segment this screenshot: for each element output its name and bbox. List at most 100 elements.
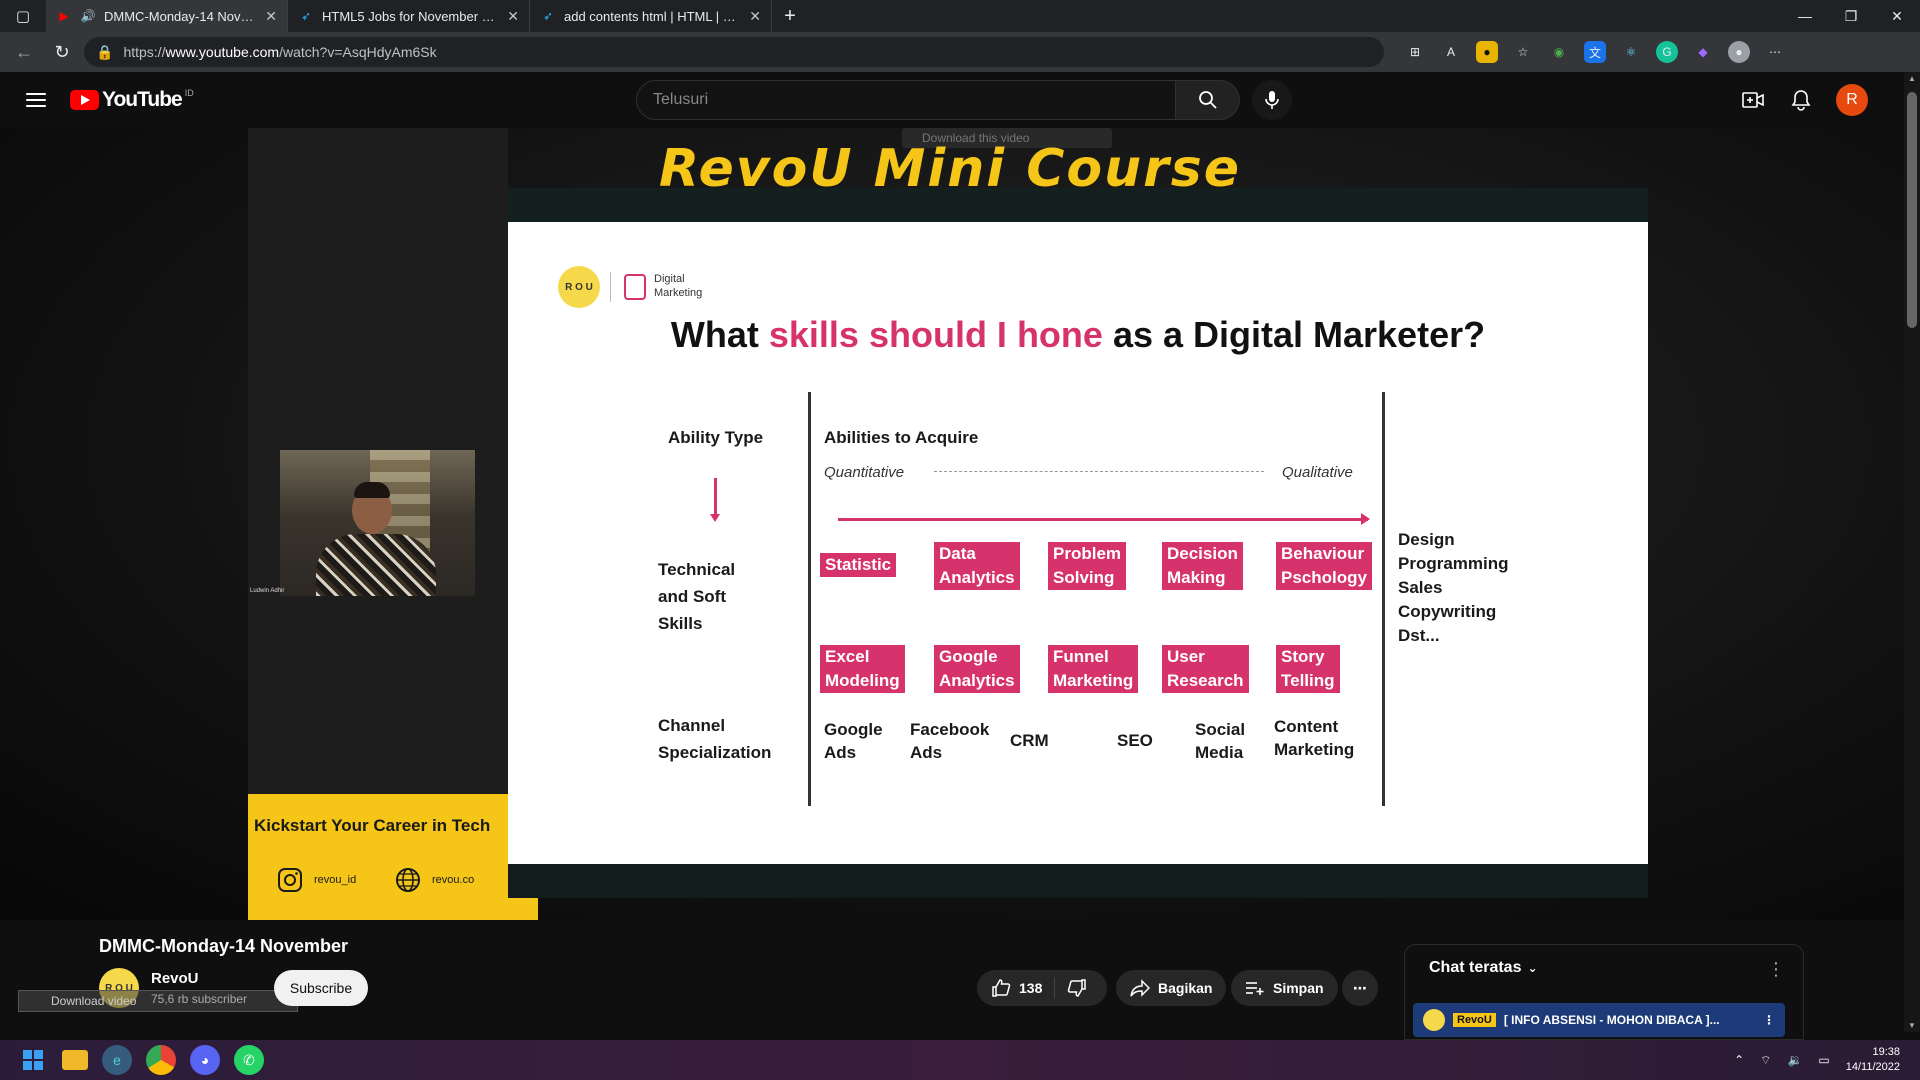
notifications-bell-icon[interactable] — [1788, 87, 1814, 113]
edge-browser-icon[interactable]: e — [102, 1045, 132, 1075]
youtube-logo[interactable]: YouTube ID — [70, 88, 194, 112]
slide-top-band — [508, 188, 1648, 222]
whatsapp-icon[interactable]: ✆ — [234, 1045, 264, 1075]
pinned-message[interactable]: RevoU [ INFO ABSENSI - MOHON DIBACA ]...… — [1413, 1003, 1785, 1037]
digital-marketing-label: Digital Marketing — [654, 273, 703, 299]
share-button[interactable]: Bagikan — [1116, 970, 1227, 1006]
file-explorer-icon[interactable] — [62, 1050, 88, 1070]
promo-instagram: revou_id — [314, 874, 357, 886]
react-devtools-icon[interactable]: ⚛ — [1620, 41, 1642, 63]
chat-mode-dropdown[interactable]: Chat teratas ⌄ — [1429, 959, 1538, 977]
video-title: DMMC-Monday-14 November — [99, 936, 349, 956]
voice-search-button[interactable] — [1252, 80, 1292, 120]
microphone-icon — [1265, 91, 1279, 109]
system-clock[interactable]: 19:38 14/11/2022 — [1846, 1045, 1900, 1075]
presentation-slide: R O U Digital Marketing What skills shou… — [508, 222, 1648, 864]
new-tab-button[interactable]: + — [772, 0, 808, 32]
close-tab-icon[interactable]: ✕ — [265, 8, 277, 25]
globe-icon — [396, 868, 420, 892]
close-tab-icon[interactable]: ✕ — [749, 8, 761, 25]
skill-chip: Behaviour Pschology — [1276, 542, 1372, 590]
profile-icon[interactable]: ● — [1728, 41, 1750, 63]
more-actions-button[interactable]: ⋯ — [1342, 970, 1378, 1006]
close-tab-icon[interactable]: ✕ — [507, 8, 519, 25]
video-player[interactable]: Download this video RevoU Mini Course Lu… — [0, 128, 1904, 920]
technical-soft-skills-label: Technical and Soft Skills — [658, 560, 736, 633]
scroll-down-icon[interactable]: ▼ — [1907, 1021, 1917, 1030]
window-controls: — ❐ ✕ — [1782, 0, 1920, 32]
chevron-down-icon: ⌄ — [1527, 961, 1538, 975]
tab-add-contents[interactable]: ➶ add contents html | HTML | CSS ✕ — [530, 0, 772, 32]
tab-html5-jobs[interactable]: ➶ HTML5 Jobs for November 2022 ✕ — [288, 0, 530, 32]
grammarly-icon[interactable]: G — [1656, 41, 1678, 63]
dislike-button[interactable] — [1055, 978, 1099, 998]
skill-chip: Excel Modeling — [820, 645, 905, 693]
speaker-icon[interactable]: 🔊 — [80, 8, 96, 24]
battery-icon[interactable]: ▭ — [1818, 1053, 1829, 1067]
app-available-icon[interactable]: ⊞ — [1404, 41, 1426, 63]
close-window-icon[interactable]: ✕ — [1874, 0, 1920, 32]
read-aloud-icon[interactable]: A — [1440, 41, 1462, 63]
wifi-icon[interactable]: ⌔ — [1760, 1053, 1771, 1068]
chrome-icon[interactable] — [146, 1045, 176, 1075]
back-icon[interactable]: ← — [8, 36, 40, 68]
other-skills-list: Design Programming Sales Copywriting Dst… — [1398, 530, 1509, 645]
address-bar[interactable]: 🔒 https://www.youtube.com/watch?v=AsqHdy… — [84, 37, 1384, 67]
search-input[interactable] — [636, 80, 1176, 120]
coupon-extension-icon[interactable]: ● — [1476, 41, 1498, 63]
volume-icon[interactable]: 🔉 — [1787, 1053, 1802, 1067]
windows-taskbar: e ◕ ✆ ⌃ ⌔ 🔉 ▭ 19:38 14/11/2022 — [0, 1040, 1920, 1080]
tray-chevron-icon[interactable]: ⌃ — [1734, 1053, 1744, 1067]
globe-extension-icon[interactable]: ◉ — [1548, 41, 1570, 63]
chat-menu-icon[interactable]: ⋮ — [1767, 959, 1785, 980]
windows-start-icon[interactable] — [18, 1045, 48, 1075]
scrollbar-thumb[interactable] — [1907, 92, 1917, 328]
search-bar — [636, 80, 1292, 120]
account-avatar[interactable]: R — [1836, 84, 1868, 116]
like-count: 138 — [1019, 980, 1043, 996]
column-divider-right — [1382, 392, 1385, 806]
skill-chip: Data Analytics — [934, 542, 1020, 590]
save-button[interactable]: Simpan — [1231, 970, 1338, 1006]
channel-item: Google Ads — [824, 720, 883, 762]
pinned-menu-icon[interactable]: ⋮ — [1763, 1013, 1775, 1027]
tab-actions-icon[interactable]: ▢ — [0, 0, 46, 32]
scroll-up-icon[interactable]: ▲ — [1907, 74, 1917, 83]
skill-chip: Funnel Marketing — [1048, 645, 1139, 693]
column-divider-left — [808, 392, 811, 806]
page-scrollbar[interactable]: ▲ ▼ — [1904, 72, 1920, 1032]
quantitative-label: Quantitative — [824, 464, 905, 481]
discord-icon[interactable]: ◕ — [190, 1045, 220, 1075]
channel-item: CRM — [1010, 731, 1049, 750]
course-title: RevoU Mini Course — [659, 139, 1241, 199]
menu-icon[interactable] — [16, 80, 56, 120]
restore-icon[interactable]: ❐ — [1828, 0, 1874, 32]
skill-chip: Problem Solving — [1048, 542, 1127, 590]
favorites-star-icon[interactable]: ☆ — [1512, 41, 1534, 63]
ability-type-label: Ability Type — [668, 428, 764, 447]
subscribe-button[interactable]: Subscribe — [274, 970, 368, 1006]
minimize-icon[interactable]: — — [1782, 0, 1828, 32]
more-menu-icon[interactable]: ⋯ — [1764, 41, 1786, 63]
channel-name[interactable]: RevoU — [151, 970, 199, 987]
channel-item: Social Media — [1195, 720, 1246, 762]
translate-extension-icon[interactable]: 文 — [1584, 41, 1606, 63]
channel-specialization-label: Channel Specialization — [658, 716, 772, 762]
thumbs-down-icon — [1068, 979, 1087, 997]
thumbs-up-icon — [992, 979, 1011, 997]
tab-label: HTML5 Jobs for November 2022 — [322, 8, 500, 24]
browser-toolbar: ← ↻ 🔒 https://www.youtube.com/watch?v=As… — [0, 32, 1920, 72]
youtube-favicon-icon: ▶ — [59, 9, 69, 23]
tab-youtube[interactable]: ▶ 🔊 DMMC-Monday-14 November ✕ — [46, 0, 288, 32]
create-video-icon[interactable] — [1740, 87, 1766, 113]
revou-logo: R O U — [558, 266, 600, 308]
header-actions: R — [1740, 84, 1888, 116]
refresh-icon[interactable]: ↻ — [46, 36, 78, 68]
search-button[interactable] — [1176, 80, 1240, 120]
live-chat-panel: Chat teratas ⌄ ⋮ RevoU [ INFO ABSENSI - … — [1404, 944, 1804, 1040]
extensions-puzzle-icon[interactable]: ◆ — [1692, 41, 1714, 63]
tab-label: add contents html | HTML | CSS — [564, 8, 742, 24]
share-icon — [1130, 979, 1150, 997]
promo-title: Kickstart Your Career in Tech — [254, 816, 491, 835]
like-button[interactable]: 138 — [977, 977, 1056, 999]
